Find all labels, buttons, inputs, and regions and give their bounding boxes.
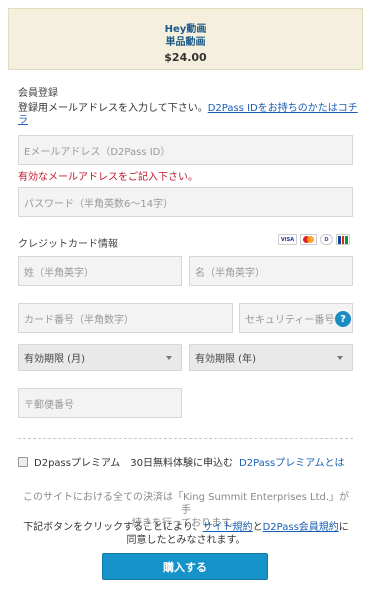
card-brands: VISA D: [278, 234, 350, 245]
help-icon[interactable]: ?: [335, 311, 351, 327]
product-price: $24.00: [164, 51, 207, 64]
email-error: 有効なメールアドレスをご記入下さい。: [18, 172, 198, 183]
card-number-field[interactable]: カード番号（半角数字）: [18, 303, 233, 333]
agreement-line-2: 同意したとみなされます。: [126, 535, 246, 546]
email-field[interactable]: Eメールアドレス（D2Pass ID）: [18, 135, 353, 165]
order-summary: Hey動画 単品動画 $24.00: [8, 8, 363, 70]
postal-code-field[interactable]: 〒郵便番号: [18, 388, 182, 418]
agreement-note: 下記ボタンをクリックすることにより、サイト規約とD2Pass会員規約に 同意した…: [18, 521, 354, 547]
agreement-line-1: 下記ボタンをクリックすることにより、サイト規約とD2Pass会員規約に: [18, 521, 354, 534]
email-hint-text: 登録用メールアドレスを入力して下さい。: [18, 103, 208, 114]
premium-offer: 30日無料体験に申込む: [130, 458, 233, 469]
premium-option: D2passプレミアム 30日無料体験に申込む D2Passプレミアムとは: [18, 454, 345, 469]
last-name-field[interactable]: 姓（半角英字）: [18, 256, 182, 286]
visa-icon: VISA: [278, 234, 297, 245]
agreement-and: と: [252, 522, 263, 533]
expiry-month-value: 有効期限 (月): [24, 354, 85, 365]
expiry-year-select[interactable]: 有効期限 (年): [189, 344, 353, 371]
expiry-month-select[interactable]: 有効期限 (月): [18, 344, 182, 371]
premium-checkbox[interactable]: [18, 456, 28, 467]
chevron-down-icon: [337, 355, 343, 360]
agreement-prefix: 下記ボタンをクリックすることにより、: [23, 522, 203, 533]
premium-label: D2passプレミアム: [34, 458, 121, 469]
card-section-title: クレジットカード情報: [18, 239, 118, 250]
premium-info-link[interactable]: D2Passプレミアムとは: [239, 454, 345, 469]
purchase-button[interactable]: 購入する: [102, 553, 268, 580]
member-terms-link[interactable]: D2Pass会員規約: [263, 522, 339, 533]
password-field[interactable]: パスワード（半角英数6〜14字）: [18, 187, 353, 217]
mastercard-icon: [300, 234, 317, 245]
divider: [18, 438, 353, 439]
product-subtitle: 単品動画: [165, 37, 206, 48]
diners-icon: D: [320, 234, 333, 245]
expiry-year-value: 有効期限 (年): [195, 354, 256, 365]
jcb-icon: [336, 234, 350, 245]
first-name-field[interactable]: 名（半角英字）: [189, 256, 353, 286]
site-terms-link[interactable]: サイト規約: [203, 522, 253, 533]
chevron-down-icon: [166, 355, 172, 360]
email-hint: 登録用メールアドレスを入力して下さい。D2Pass IDをお持ちのかたはコチラ: [18, 103, 358, 127]
account-section-title: 会員登録: [18, 88, 58, 99]
settlement-line-1: このサイトにおける全ての決済は「King Summit Enterprises …: [22, 492, 350, 516]
agreement-suffix: に: [338, 522, 349, 533]
